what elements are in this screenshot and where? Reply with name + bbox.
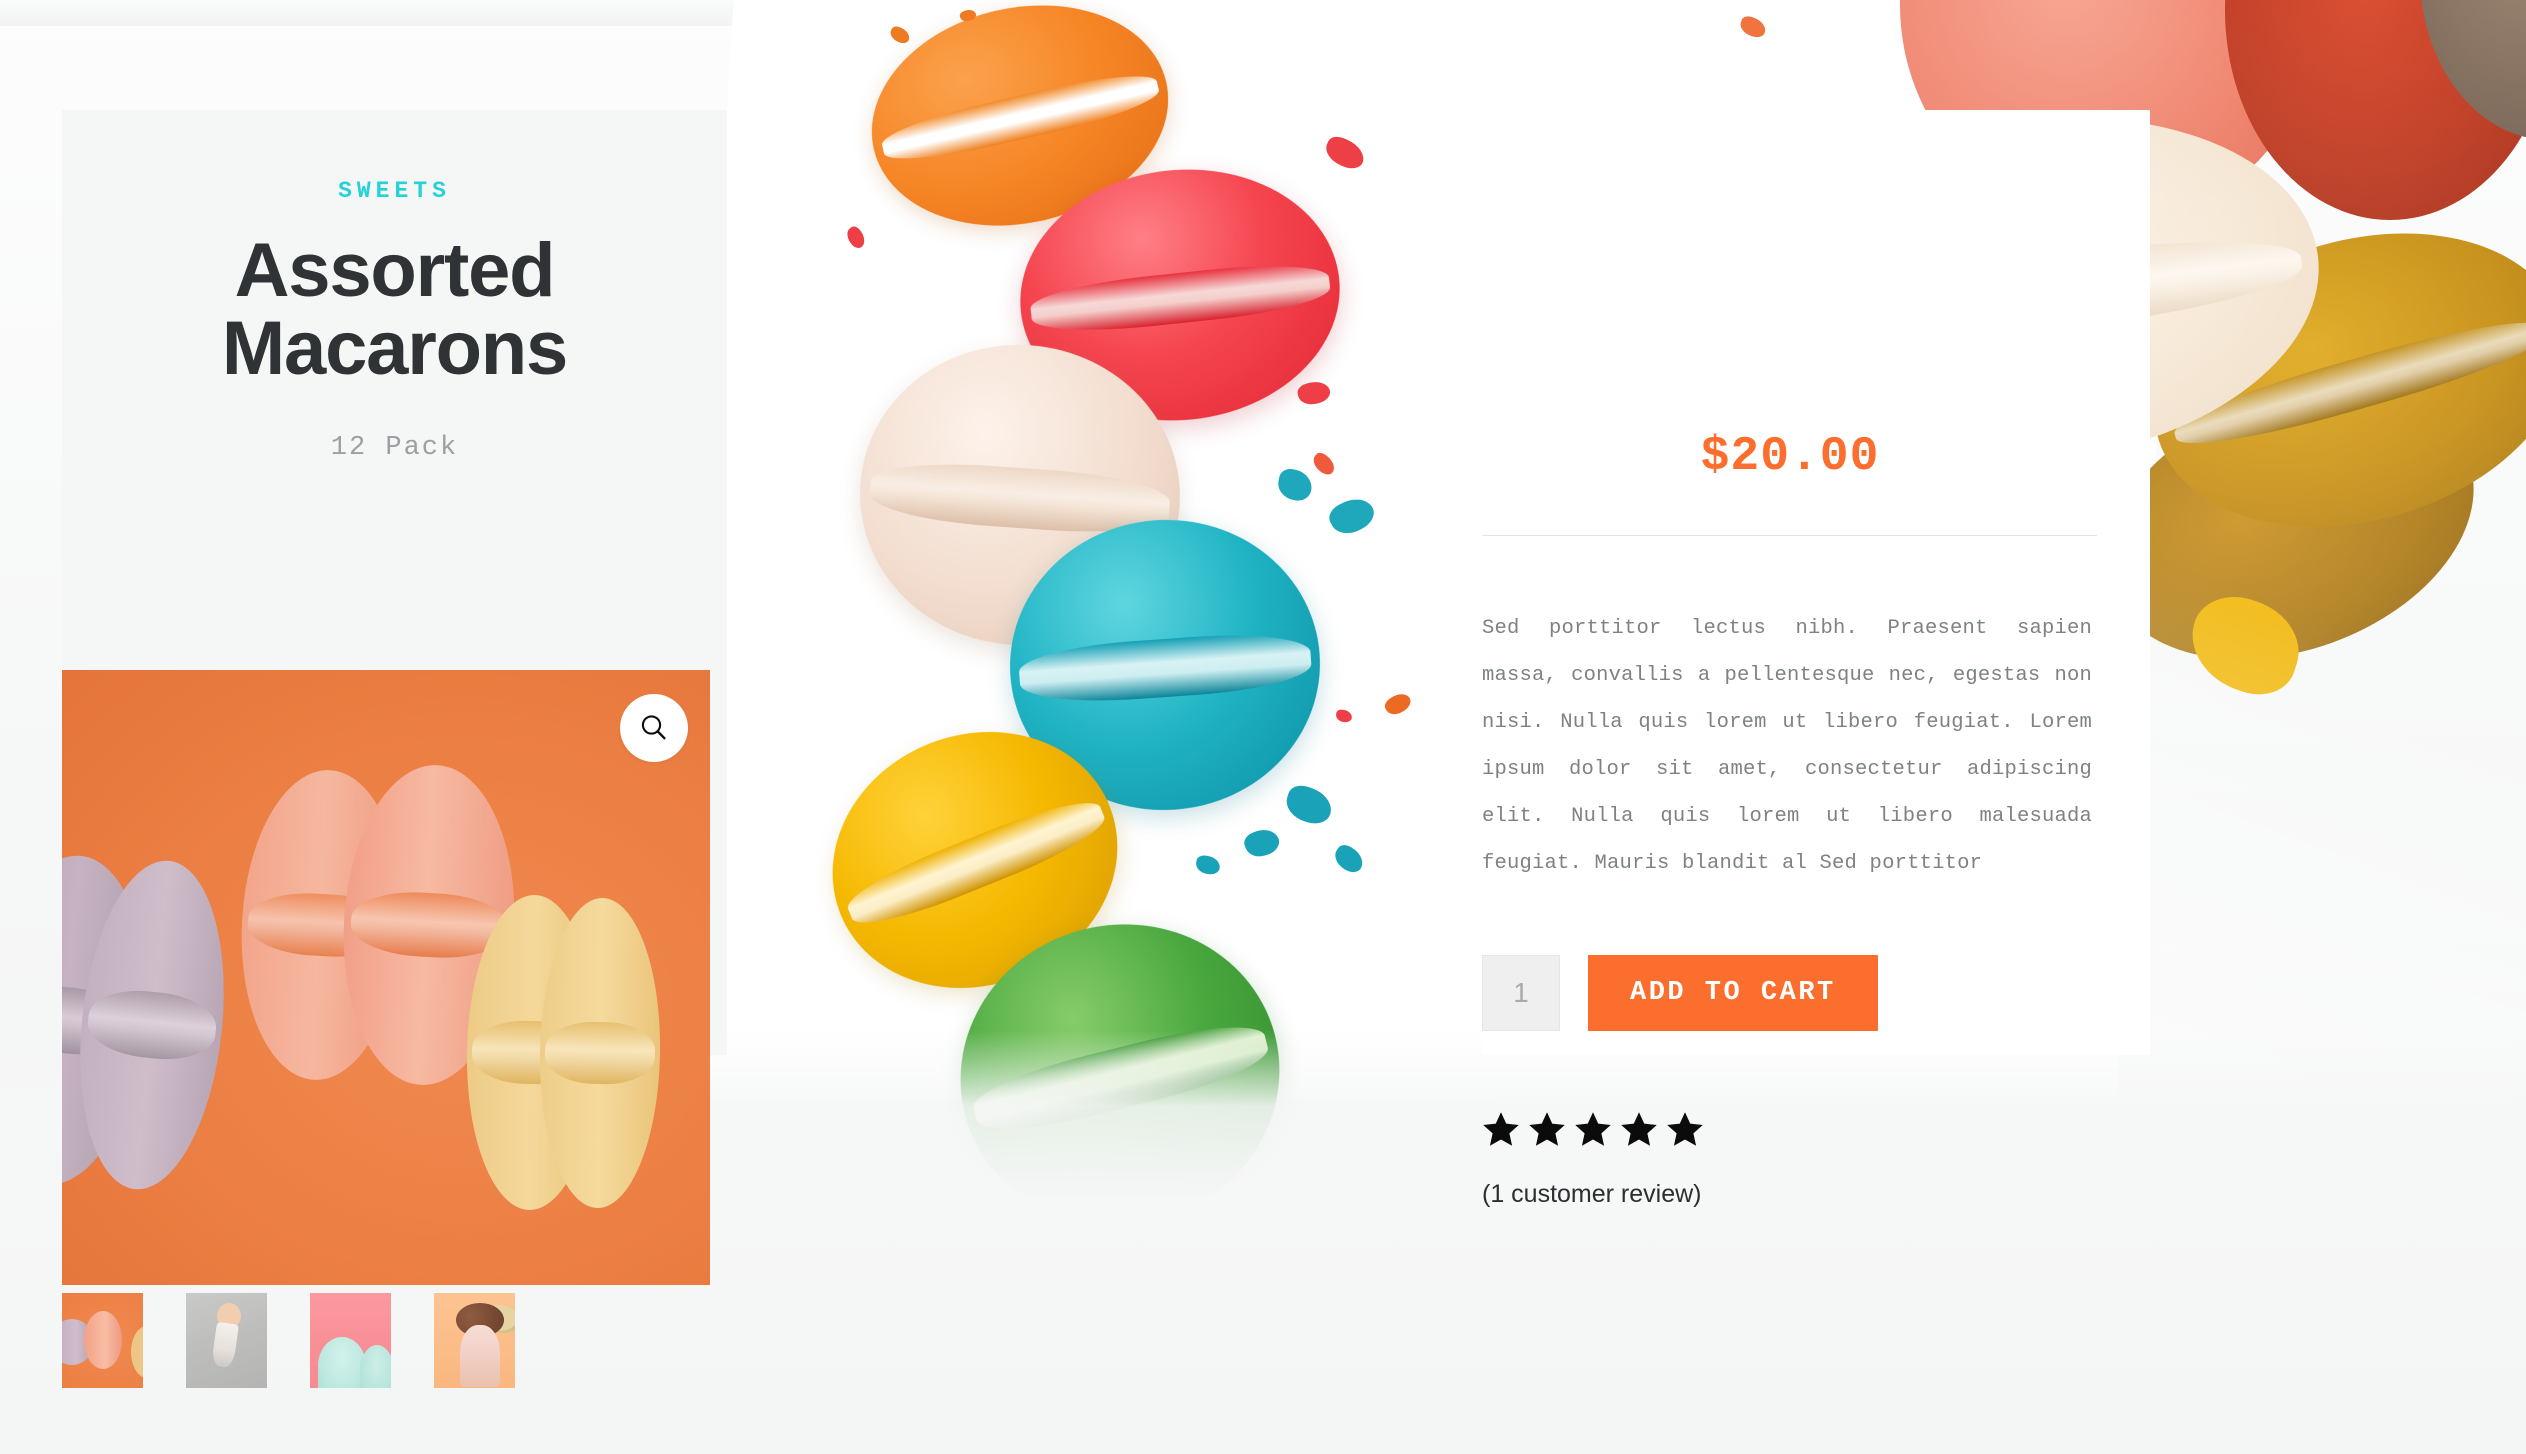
star-icon-filled	[1482, 1110, 1520, 1148]
add-to-cart-button[interactable]: ADD TO CART	[1588, 955, 1878, 1031]
thumbnail-item-2[interactable]	[186, 1293, 267, 1388]
thumbnail-item-3[interactable]	[310, 1293, 391, 1388]
magnifier-icon	[637, 711, 671, 745]
product-pack-size: 12 Pack	[330, 433, 459, 463]
product-main-image[interactable]	[62, 670, 710, 1285]
thumbnail-item-4[interactable]	[434, 1293, 515, 1388]
customer-review-link[interactable]: (1 customer review)	[1482, 1180, 1702, 1209]
page-title: Assorted Macarons	[62, 231, 727, 392]
thumbnail-item-1[interactable]	[62, 1293, 143, 1388]
star-icon-filled	[1620, 1110, 1658, 1148]
add-to-cart-row: ADD TO CART	[1482, 955, 1878, 1031]
star-icon-filled	[1528, 1110, 1566, 1148]
quantity-input[interactable]	[1482, 955, 1560, 1031]
product-category-label: SWEETS	[338, 178, 451, 204]
product-info-column: SWEETS Assorted Macarons 12 Pack	[62, 110, 727, 1285]
product-description: Sed porttitor lectus nibh. Praesent sapi…	[1482, 617, 2092, 875]
product-title-line-1: Assorted	[234, 228, 556, 313]
product-price: $20.00	[1700, 430, 1880, 484]
star-icon-filled	[1666, 1110, 1704, 1148]
zoom-button[interactable]	[620, 694, 688, 762]
star-icon-filled	[1574, 1110, 1612, 1148]
divider	[1482, 535, 2097, 536]
thumbnail-gallery	[62, 1293, 762, 1388]
star-rating[interactable]	[1482, 1110, 1704, 1148]
product-title-line-2: Macarons	[221, 306, 568, 392]
